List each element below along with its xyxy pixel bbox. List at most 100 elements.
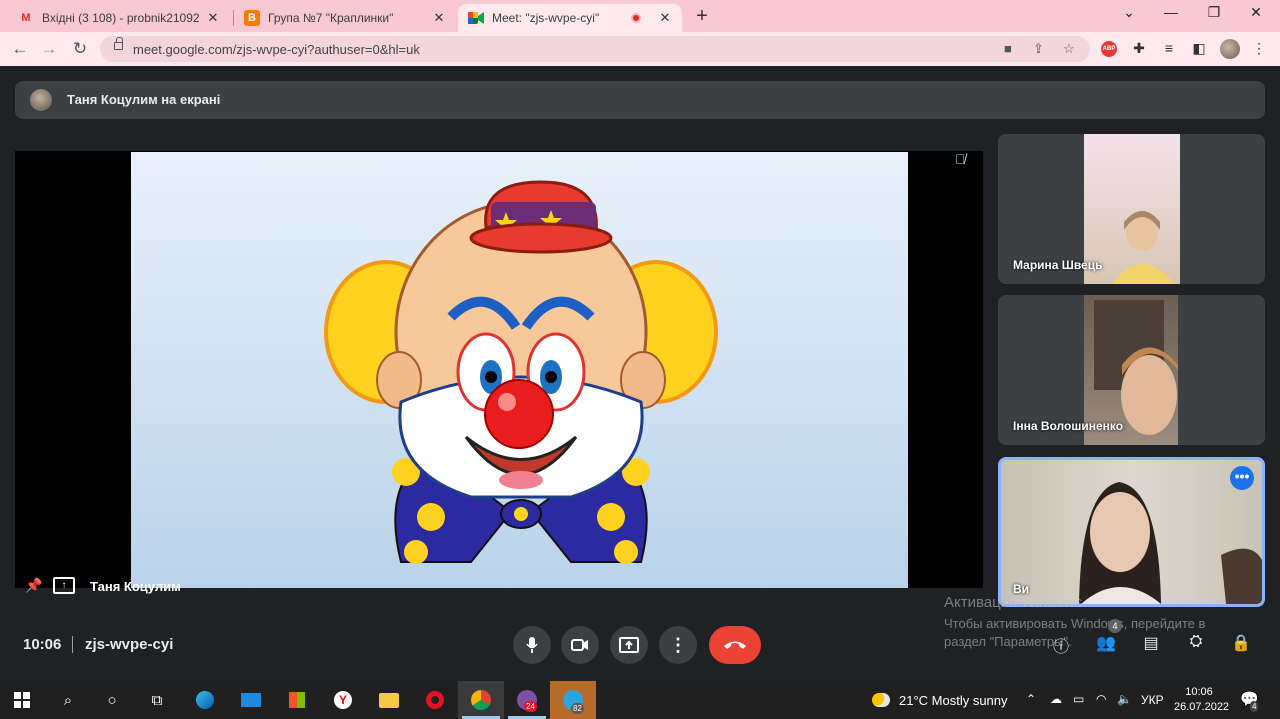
microphone-icon (526, 637, 538, 653)
self-tile[interactable]: ••• Ви (998, 457, 1265, 607)
notification-count: 4 (1250, 701, 1259, 712)
participant-name: Інна Волошиненко (1013, 419, 1124, 433)
participant-tile[interactable]: Інна Волошиненко (998, 295, 1265, 445)
close-icon[interactable]: ✕ (206, 10, 220, 26)
presenting-banner: Таня Коцулим на екрані (15, 81, 1265, 119)
profile-avatar[interactable] (1220, 39, 1240, 59)
close-icon[interactable]: ✕ (658, 10, 672, 26)
recording-icon (628, 10, 644, 26)
tab-label: Група №7 "Краплинки" (268, 11, 394, 25)
edge-icon[interactable] (193, 689, 217, 711)
leave-call-button[interactable] (709, 626, 761, 664)
opera-icon[interactable] (423, 689, 447, 711)
meeting-code: zjs-wvpe-cyi (85, 636, 174, 653)
tab-gmail[interactable]: M Вхідні (3 108) - probnik21092018 ✕ (8, 4, 230, 32)
pin-icon[interactable]: 📌 (25, 577, 42, 594)
address-bar[interactable]: meet.google.com/zjs-wvpe-cyi?authuser=0&… (100, 36, 1090, 62)
lock-icon (114, 37, 123, 50)
battery-icon[interactable]: ▭ (1073, 692, 1084, 706)
activities-icon[interactable]: ⛭ (1183, 633, 1209, 657)
tab-search-icon[interactable]: ⌄ (1114, 4, 1144, 21)
blogger-icon: B (244, 10, 260, 26)
present-now-button[interactable] (610, 626, 648, 664)
share-icon[interactable]: ⇪ (1033, 41, 1044, 57)
weather-text[interactable]: 21°C Mostly sunny (899, 693, 1008, 708)
meet-icon (468, 10, 484, 26)
telegram-badge: 82 (571, 703, 584, 714)
windows-start-icon[interactable] (10, 689, 34, 711)
file-explorer-icon[interactable] (377, 689, 401, 711)
present-screen-icon (619, 637, 639, 653)
camera-icon[interactable]: ■ (1004, 41, 1012, 56)
chrome-icon[interactable] (469, 689, 493, 711)
menu-icon[interactable]: ⋮ (1250, 40, 1268, 57)
clock-date: 26.07.2022 (1174, 701, 1230, 713)
tab-blogger[interactable]: B Група №7 "Краплинки" ✕ (234, 4, 456, 32)
clown-image (324, 180, 718, 564)
self-figure (1079, 482, 1262, 604)
avatar (30, 89, 52, 111)
show-hidden-icons[interactable]: ⌃ (1026, 692, 1036, 706)
more-options-button[interactable]: ••• (1230, 466, 1254, 490)
more-vertical-icon: ⋮ (669, 634, 687, 655)
banner-text: Таня Коцулим на екрані (67, 92, 221, 107)
side-panel-icon[interactable]: ◧ (1190, 40, 1208, 57)
close-icon[interactable]: ✕ (432, 10, 446, 26)
adblock-icon[interactable]: ABP (1101, 41, 1117, 57)
meeting-details-icon[interactable]: ⓘ (1048, 633, 1074, 657)
forward-icon[interactable]: → (38, 39, 60, 59)
cloud-icon[interactable]: ☁ (1050, 692, 1062, 706)
tab-label: Meet: "zjs-wvpe-cyi" (492, 11, 600, 25)
people-icon[interactable]: 👥 (1093, 633, 1119, 657)
new-tab-button[interactable]: + (690, 5, 714, 28)
cortana-icon[interactable]: ○ (100, 689, 124, 711)
mail-icon[interactable] (239, 689, 263, 711)
language-indicator[interactable]: УКР (1141, 693, 1164, 707)
task-view-icon[interactable]: ⧉ (145, 689, 169, 711)
mic-off-icon: 🎙̸ (955, 151, 966, 167)
camera-button[interactable] (561, 626, 599, 664)
minimize-icon[interactable]: — (1156, 4, 1186, 20)
bookmark-star-icon[interactable]: ☆ (1063, 41, 1075, 57)
participant-tile[interactable]: Марина Швець (998, 134, 1265, 284)
window-close-icon[interactable]: ✕ (1241, 4, 1271, 21)
presentation-stage: 🎙̸ 📌 ↑ Таня Коцулим (15, 151, 983, 594)
weather-icon[interactable] (869, 689, 893, 711)
extensions-icon[interactable]: ✚ (1130, 40, 1148, 57)
restore-icon[interactable]: ❐ (1199, 4, 1229, 21)
tab-meet[interactable]: Meet: "zjs-wvpe-cyi" ✕ (458, 4, 682, 32)
more-options-button[interactable]: ⋮ (659, 626, 697, 664)
search-icon[interactable]: ⌕ (56, 689, 80, 711)
people-count-badge: 4 (1108, 619, 1122, 633)
host-controls-icon[interactable]: 🔒 (1228, 633, 1254, 657)
meeting-time: 10:06 (23, 636, 62, 653)
shared-screen (131, 152, 908, 588)
viber-badge: 24 (524, 701, 537, 712)
presenter-name: Таня Коцулим (90, 579, 181, 594)
url-text: meet.google.com/zjs-wvpe-cyi?authuser=0&… (133, 42, 420, 57)
wifi-icon[interactable]: ◠ (1096, 692, 1106, 706)
back-icon[interactable]: ← (9, 39, 31, 59)
volume-icon[interactable]: 🔈 (1117, 692, 1132, 706)
chat-icon[interactable]: ▤ (1138, 633, 1164, 657)
clock-time: 10:06 (1185, 686, 1213, 698)
taskbar: ⌕ ○ ⧉ Y 24 82 21°C Mostly sunny ⌃ ☁ ▭ ◠ … (0, 681, 1280, 719)
activation-line: Чтобы активировать Windows, перейдите в (944, 616, 1206, 631)
store-icon[interactable] (285, 689, 309, 711)
microphone-button[interactable] (513, 626, 551, 664)
yandex-browser-icon[interactable]: Y (331, 689, 355, 711)
activation-title: Активация Windows (944, 594, 1083, 611)
hang-up-icon (724, 641, 746, 649)
participant-name: Марина Швець (1013, 258, 1103, 272)
system-clock[interactable]: 10:06 26.07.2022 (1174, 685, 1230, 715)
video-camera-icon (571, 639, 588, 651)
gmail-icon: M (21, 12, 31, 24)
present-icon: ↑ (53, 577, 75, 594)
divider (72, 636, 73, 653)
reload-icon[interactable]: ↻ (69, 39, 91, 59)
tab-strip: M Вхідні (3 108) - probnik21092018 ✕ B Г… (0, 0, 1280, 32)
tab-label: Вхідні (3 108) - probnik21092018 (42, 11, 200, 25)
browser-toolbar: ← → ↻ meet.google.com/zjs-wvpe-cyi?authu… (0, 32, 1280, 66)
media-control-icon[interactable]: ≡ (1160, 40, 1178, 56)
self-video (1001, 460, 1262, 604)
